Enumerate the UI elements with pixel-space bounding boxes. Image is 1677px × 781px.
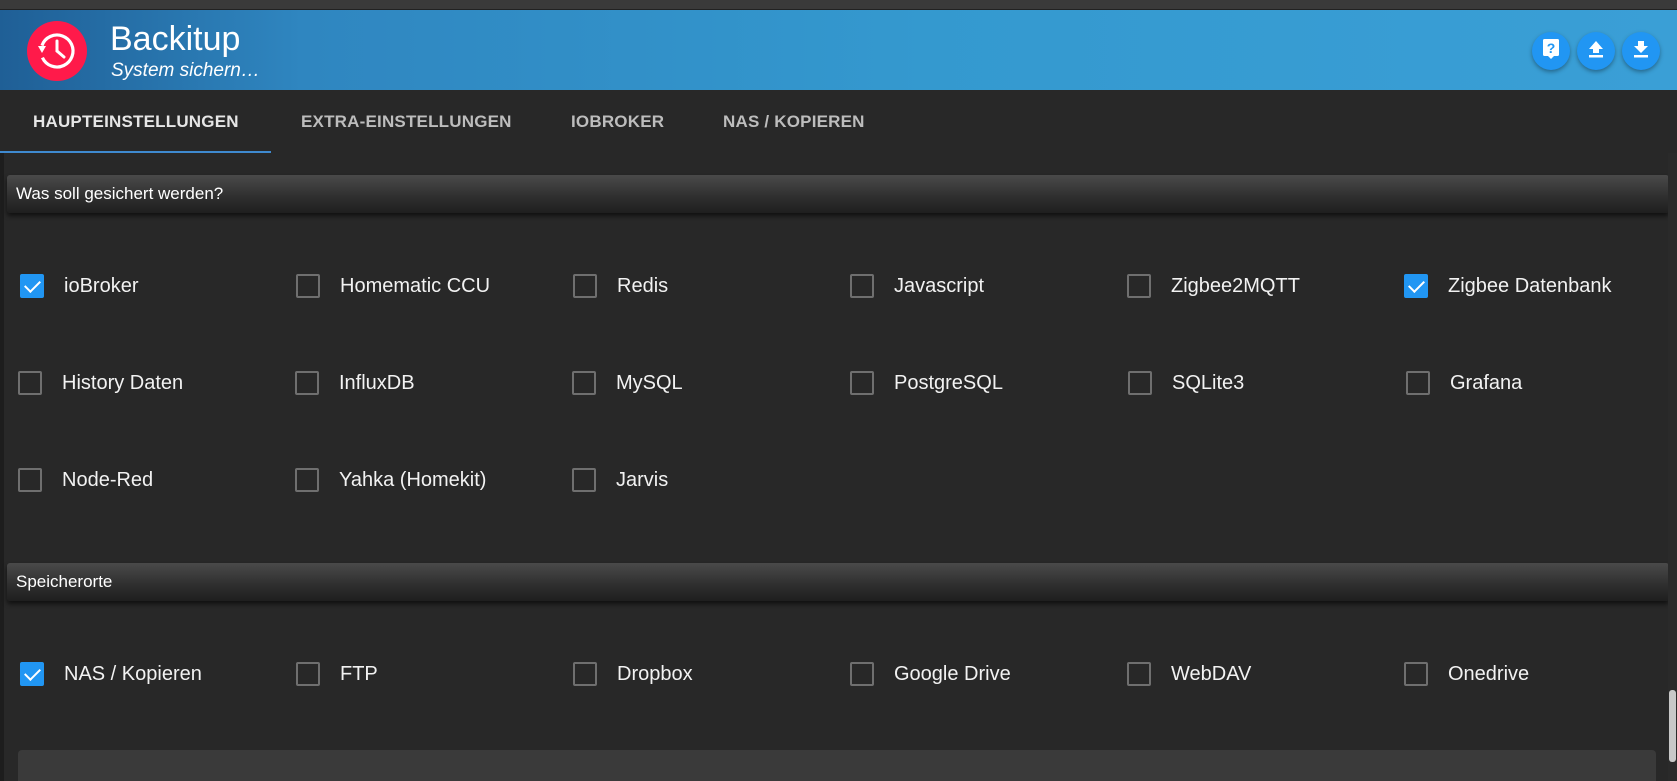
checkbox-box[interactable] — [1404, 662, 1428, 686]
checkbox-zigbee2mqtt[interactable]: Zigbee2MQTT — [1127, 274, 1300, 298]
checkbox-yahka-homekit[interactable]: Yahka (Homekit) — [295, 468, 486, 492]
checkbox-box[interactable] — [850, 274, 874, 298]
checkbox-influxdb[interactable]: InfluxDB — [295, 371, 415, 395]
download-button[interactable] — [1622, 32, 1660, 70]
app-header: Backitup System sichern… ? — [0, 10, 1677, 90]
checkbox-box[interactable] — [572, 371, 596, 395]
checkbox-label: PostgreSQL — [894, 371, 1003, 394]
checkbox-label: Zigbee2MQTT — [1171, 274, 1300, 297]
checkbox-box[interactable] — [295, 468, 319, 492]
help-icon: ? — [1541, 38, 1561, 65]
main-content: Was soll gesichert werden? Speicherorte — [4, 153, 1669, 781]
checkbox-label: Dropbox — [617, 662, 693, 685]
app-subtitle: System sichern… — [111, 60, 260, 81]
tab-extra-einstellungen[interactable]: EXTRA-EINSTELLUNGEN — [301, 90, 512, 153]
checkbox-box[interactable] — [18, 371, 42, 395]
checkbox-ftp[interactable]: FTP — [296, 662, 378, 686]
checkbox-box[interactable] — [573, 274, 597, 298]
checkbox-box[interactable] — [295, 371, 319, 395]
checkbox-box[interactable] — [296, 274, 320, 298]
checkbox-history-daten[interactable]: History Daten — [18, 371, 183, 395]
checkbox-label: FTP — [340, 662, 378, 685]
checkbox-box[interactable] — [573, 662, 597, 686]
checkbox-node-red[interactable]: Node-Red — [18, 468, 153, 492]
checkbox-label: Zigbee Datenbank — [1448, 274, 1612, 297]
checkbox-jarvis[interactable]: Jarvis — [572, 468, 668, 492]
checkbox-label: Homematic CCU — [340, 274, 491, 297]
checkbox-box[interactable] — [1406, 371, 1430, 395]
tab-nas-kopieren[interactable]: NAS / KOPIEREN — [723, 90, 865, 153]
checkbox-onedrive[interactable]: Onedrive — [1404, 662, 1529, 686]
checkbox-box[interactable] — [850, 662, 874, 686]
checkbox-label: Jarvis — [616, 468, 669, 491]
checkbox-box[interactable] — [296, 662, 320, 686]
upload-button[interactable] — [1577, 32, 1615, 70]
checkbox-label: InfluxDB — [339, 371, 415, 394]
checkbox-box[interactable] — [1128, 371, 1152, 395]
checkbox-label: Redis — [617, 274, 669, 297]
checkbox-mysql[interactable]: MySQL — [572, 371, 683, 395]
checkbox-box[interactable] — [572, 468, 596, 492]
svg-text:?: ? — [1547, 40, 1556, 56]
checkbox-homematic-ccu[interactable]: Homematic CCU — [296, 274, 490, 298]
checkbox-nas-kopieren[interactable]: NAS / Kopieren — [20, 662, 202, 686]
checkbox-box[interactable] — [20, 274, 44, 298]
scrollbar-thumb[interactable] — [1669, 690, 1676, 762]
tab-haupteinstellungen[interactable]: HAUPTEINSTELLUNGEN — [33, 90, 239, 153]
help-button[interactable]: ? — [1532, 32, 1570, 70]
window-top-strip — [0, 0, 1677, 10]
app-title: Backitup — [110, 20, 241, 58]
checkbox-label: Javascript — [894, 274, 985, 297]
checkbox-label: MySQL — [616, 371, 683, 394]
next-section-card — [18, 750, 1656, 781]
checkbox-grafana[interactable]: Grafana — [1406, 371, 1522, 395]
checkbox-label: Grafana — [1450, 371, 1523, 394]
checkbox-box[interactable] — [18, 468, 42, 492]
checkbox-sqlite3[interactable]: SQLite3 — [1128, 371, 1244, 395]
scrollbar-track[interactable] — [1668, 153, 1677, 781]
checkbox-javascript[interactable]: Javascript — [850, 274, 984, 298]
backup-clock-icon — [27, 21, 87, 81]
checkbox-label: Node-Red — [62, 468, 154, 491]
checkbox-label: ioBroker — [64, 274, 139, 297]
download-icon — [1632, 39, 1650, 64]
checkbox-label: Google Drive — [894, 662, 1011, 685]
checkbox-box[interactable] — [850, 371, 874, 395]
section-header-storage: Speicherorte — [7, 563, 1669, 601]
checkbox-dropbox[interactable]: Dropbox — [573, 662, 693, 686]
checkbox-label: Onedrive — [1448, 662, 1530, 685]
section-header-backup: Was soll gesichert werden? — [7, 175, 1669, 213]
checkbox-label: History Daten — [62, 371, 184, 394]
checkbox-label: SQLite3 — [1172, 371, 1245, 394]
checkbox-redis[interactable]: Redis — [573, 274, 668, 298]
checkbox-label: WebDAV — [1171, 662, 1252, 685]
checkbox-google-drive[interactable]: Google Drive — [850, 662, 1011, 686]
checkbox-box[interactable] — [1127, 274, 1151, 298]
checkbox-webdav[interactable]: WebDAV — [1127, 662, 1251, 686]
checkbox-box[interactable] — [1404, 274, 1428, 298]
checkbox-box[interactable] — [20, 662, 44, 686]
tab-iobroker[interactable]: IOBROKER — [571, 90, 664, 153]
checkbox-label: Yahka (Homekit) — [339, 468, 487, 491]
checkbox-box[interactable] — [1127, 662, 1151, 686]
tab-bar: HAUPTEINSTELLUNGEN EXTRA-EINSTELLUNGEN I… — [0, 90, 1677, 153]
checkbox-iobroker[interactable]: ioBroker — [20, 274, 138, 298]
checkbox-postgresql[interactable]: PostgreSQL — [850, 371, 1003, 395]
checkbox-label: NAS / Kopieren — [64, 662, 202, 685]
upload-icon — [1587, 39, 1605, 64]
checkbox-zigbee-datenbank[interactable]: Zigbee Datenbank — [1404, 274, 1611, 298]
